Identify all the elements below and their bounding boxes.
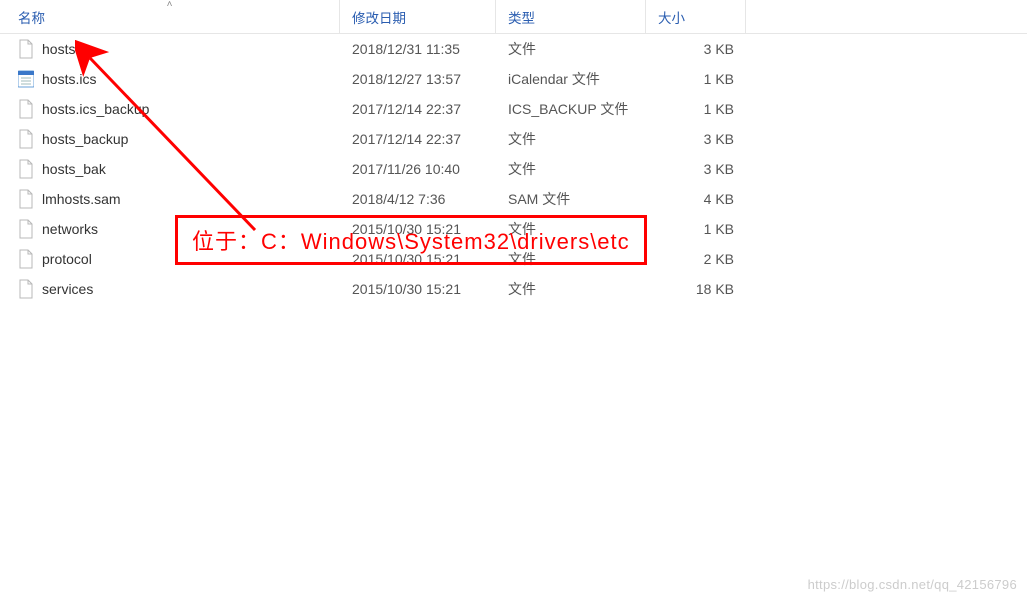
file-name: protocol	[42, 251, 92, 267]
annotation-path-box: 位于：C：Windows\System32\drivers\etc	[175, 215, 647, 265]
file-name: lmhosts.sam	[42, 191, 121, 207]
watermark-text: https://blog.csdn.net/qq_42156796	[808, 577, 1017, 592]
file-icon	[18, 189, 34, 209]
file-name: hosts.ics	[42, 71, 96, 87]
annotation-text: 位于：C：Windows\System32\drivers\etc	[192, 229, 630, 254]
file-icon	[18, 249, 34, 269]
header-date-label: 修改日期	[352, 7, 406, 27]
file-type: 文件	[508, 161, 536, 177]
file-type: 文件	[508, 281, 536, 297]
column-header-size[interactable]: 大小	[646, 0, 746, 33]
file-date: 2018/12/27 13:57	[352, 71, 461, 87]
header-size-label: 大小	[658, 7, 685, 27]
file-type: ICS_BACKUP 文件	[508, 101, 628, 117]
file-date: 2018/12/31 11:35	[352, 41, 460, 57]
file-name: hosts	[42, 41, 75, 57]
file-icon	[18, 99, 34, 119]
file-date: 2017/12/14 22:37	[352, 101, 461, 117]
file-type: iCalendar 文件	[508, 71, 600, 87]
file-name: networks	[42, 221, 98, 237]
file-type: SAM 文件	[508, 191, 570, 207]
column-header-type[interactable]: 类型	[496, 0, 646, 33]
file-icon	[18, 129, 34, 149]
file-icon	[18, 279, 34, 299]
file-date: 2017/11/26 10:40	[352, 161, 460, 177]
file-size: 3 KB	[704, 131, 734, 147]
file-size: 4 KB	[704, 191, 734, 207]
file-name: hosts_bak	[42, 161, 106, 177]
file-row[interactable]: services 2015/10/30 15:21 文件 18 KB	[0, 274, 1027, 304]
file-name: hosts_backup	[42, 131, 128, 147]
column-header-date[interactable]: 修改日期	[340, 0, 496, 33]
file-icon	[18, 219, 34, 239]
header-type-label: 类型	[508, 7, 535, 27]
file-row[interactable]: hosts_backup 2017/12/14 22:37 文件 3 KB	[0, 124, 1027, 154]
file-type: 文件	[508, 41, 536, 57]
file-size: 3 KB	[704, 41, 734, 57]
file-size: 1 KB	[704, 221, 734, 237]
file-type: 文件	[508, 131, 536, 147]
sort-ascending-icon: ˄	[167, 0, 173, 10]
column-header-name[interactable]: 名称 ˄	[0, 0, 340, 33]
file-size: 3 KB	[704, 161, 734, 177]
file-icon	[18, 159, 34, 179]
file-size: 2 KB	[704, 251, 734, 267]
file-row[interactable]: hosts_bak 2017/11/26 10:40 文件 3 KB	[0, 154, 1027, 184]
file-date: 2017/12/14 22:37	[352, 131, 461, 147]
file-date: 2018/4/12 7:36	[352, 191, 445, 207]
file-size: 1 KB	[704, 71, 734, 87]
file-row[interactable]: hosts.ics 2018/12/27 13:57 iCalendar 文件 1 K…	[0, 64, 1027, 94]
file-size: 1 KB	[704, 101, 734, 117]
calendar-icon	[18, 69, 34, 89]
file-row[interactable]: hosts 2018/12/31 11:35 文件 3 KB	[0, 34, 1027, 64]
file-icon	[18, 39, 34, 59]
file-row[interactable]: hosts.ics_backup 2017/12/14 22:37 ICS_BACK…	[0, 94, 1027, 124]
file-name: services	[42, 281, 93, 297]
file-row[interactable]: lmhosts.sam 2018/4/12 7:36 SAM 文件 4 KB	[0, 184, 1027, 214]
column-header-row: 名称 ˄ 修改日期 类型 大小	[0, 0, 1027, 34]
file-date: 2015/10/30 15:21	[352, 281, 461, 297]
file-name: hosts.ics_backup	[42, 101, 149, 117]
header-name-label: 名称	[18, 7, 45, 27]
file-size: 18 KB	[696, 281, 734, 297]
